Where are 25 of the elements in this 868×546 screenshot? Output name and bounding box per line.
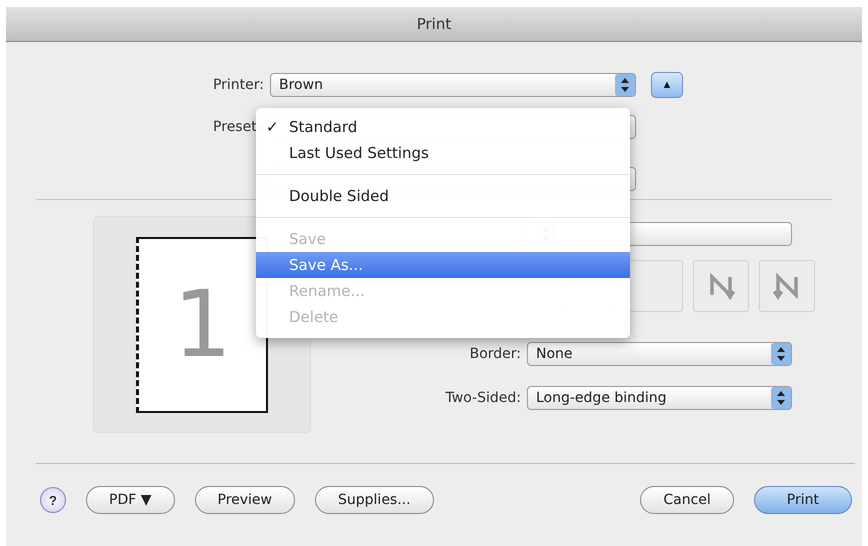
printer-label: Printer: bbox=[212, 77, 265, 93]
menu-item[interactable]: Double Sided bbox=[256, 183, 630, 209]
help-button[interactable]: ? bbox=[40, 487, 66, 513]
page-number: 1 bbox=[173, 278, 232, 370]
border-label: Border: bbox=[468, 346, 522, 362]
stepper-icon bbox=[615, 74, 635, 96]
dialog-button[interactable]: PDF ▼ bbox=[86, 486, 174, 514]
layout-direction-button[interactable] bbox=[627, 260, 683, 312]
stepper-icon bbox=[771, 387, 791, 409]
dialog-button[interactable]: Supplies... bbox=[315, 486, 434, 514]
dialog-button[interactable]: Cancel bbox=[640, 486, 734, 514]
two-sided-label: Two-Sided: bbox=[444, 390, 522, 406]
checkmark-icon: ✓ bbox=[266, 114, 279, 140]
menu-item[interactable]: Last Used Settings bbox=[256, 140, 630, 166]
dialog-button[interactable]: Preview bbox=[194, 486, 295, 514]
layout-direction-button[interactable] bbox=[759, 260, 815, 312]
printer-popup[interactable]: Brown bbox=[270, 73, 636, 97]
disclosure-button[interactable]: ▲ bbox=[651, 72, 683, 98]
menu-item[interactable]: Save As... bbox=[256, 252, 630, 278]
default-button[interactable]: Print bbox=[754, 486, 852, 514]
border-popup[interactable]: None bbox=[527, 342, 792, 366]
two-sided-popup[interactable]: Long-edge binding bbox=[527, 386, 792, 410]
window-title: Print bbox=[416, 15, 452, 33]
stepper-icon bbox=[771, 343, 791, 365]
layout-direction-button[interactable] bbox=[693, 260, 749, 312]
